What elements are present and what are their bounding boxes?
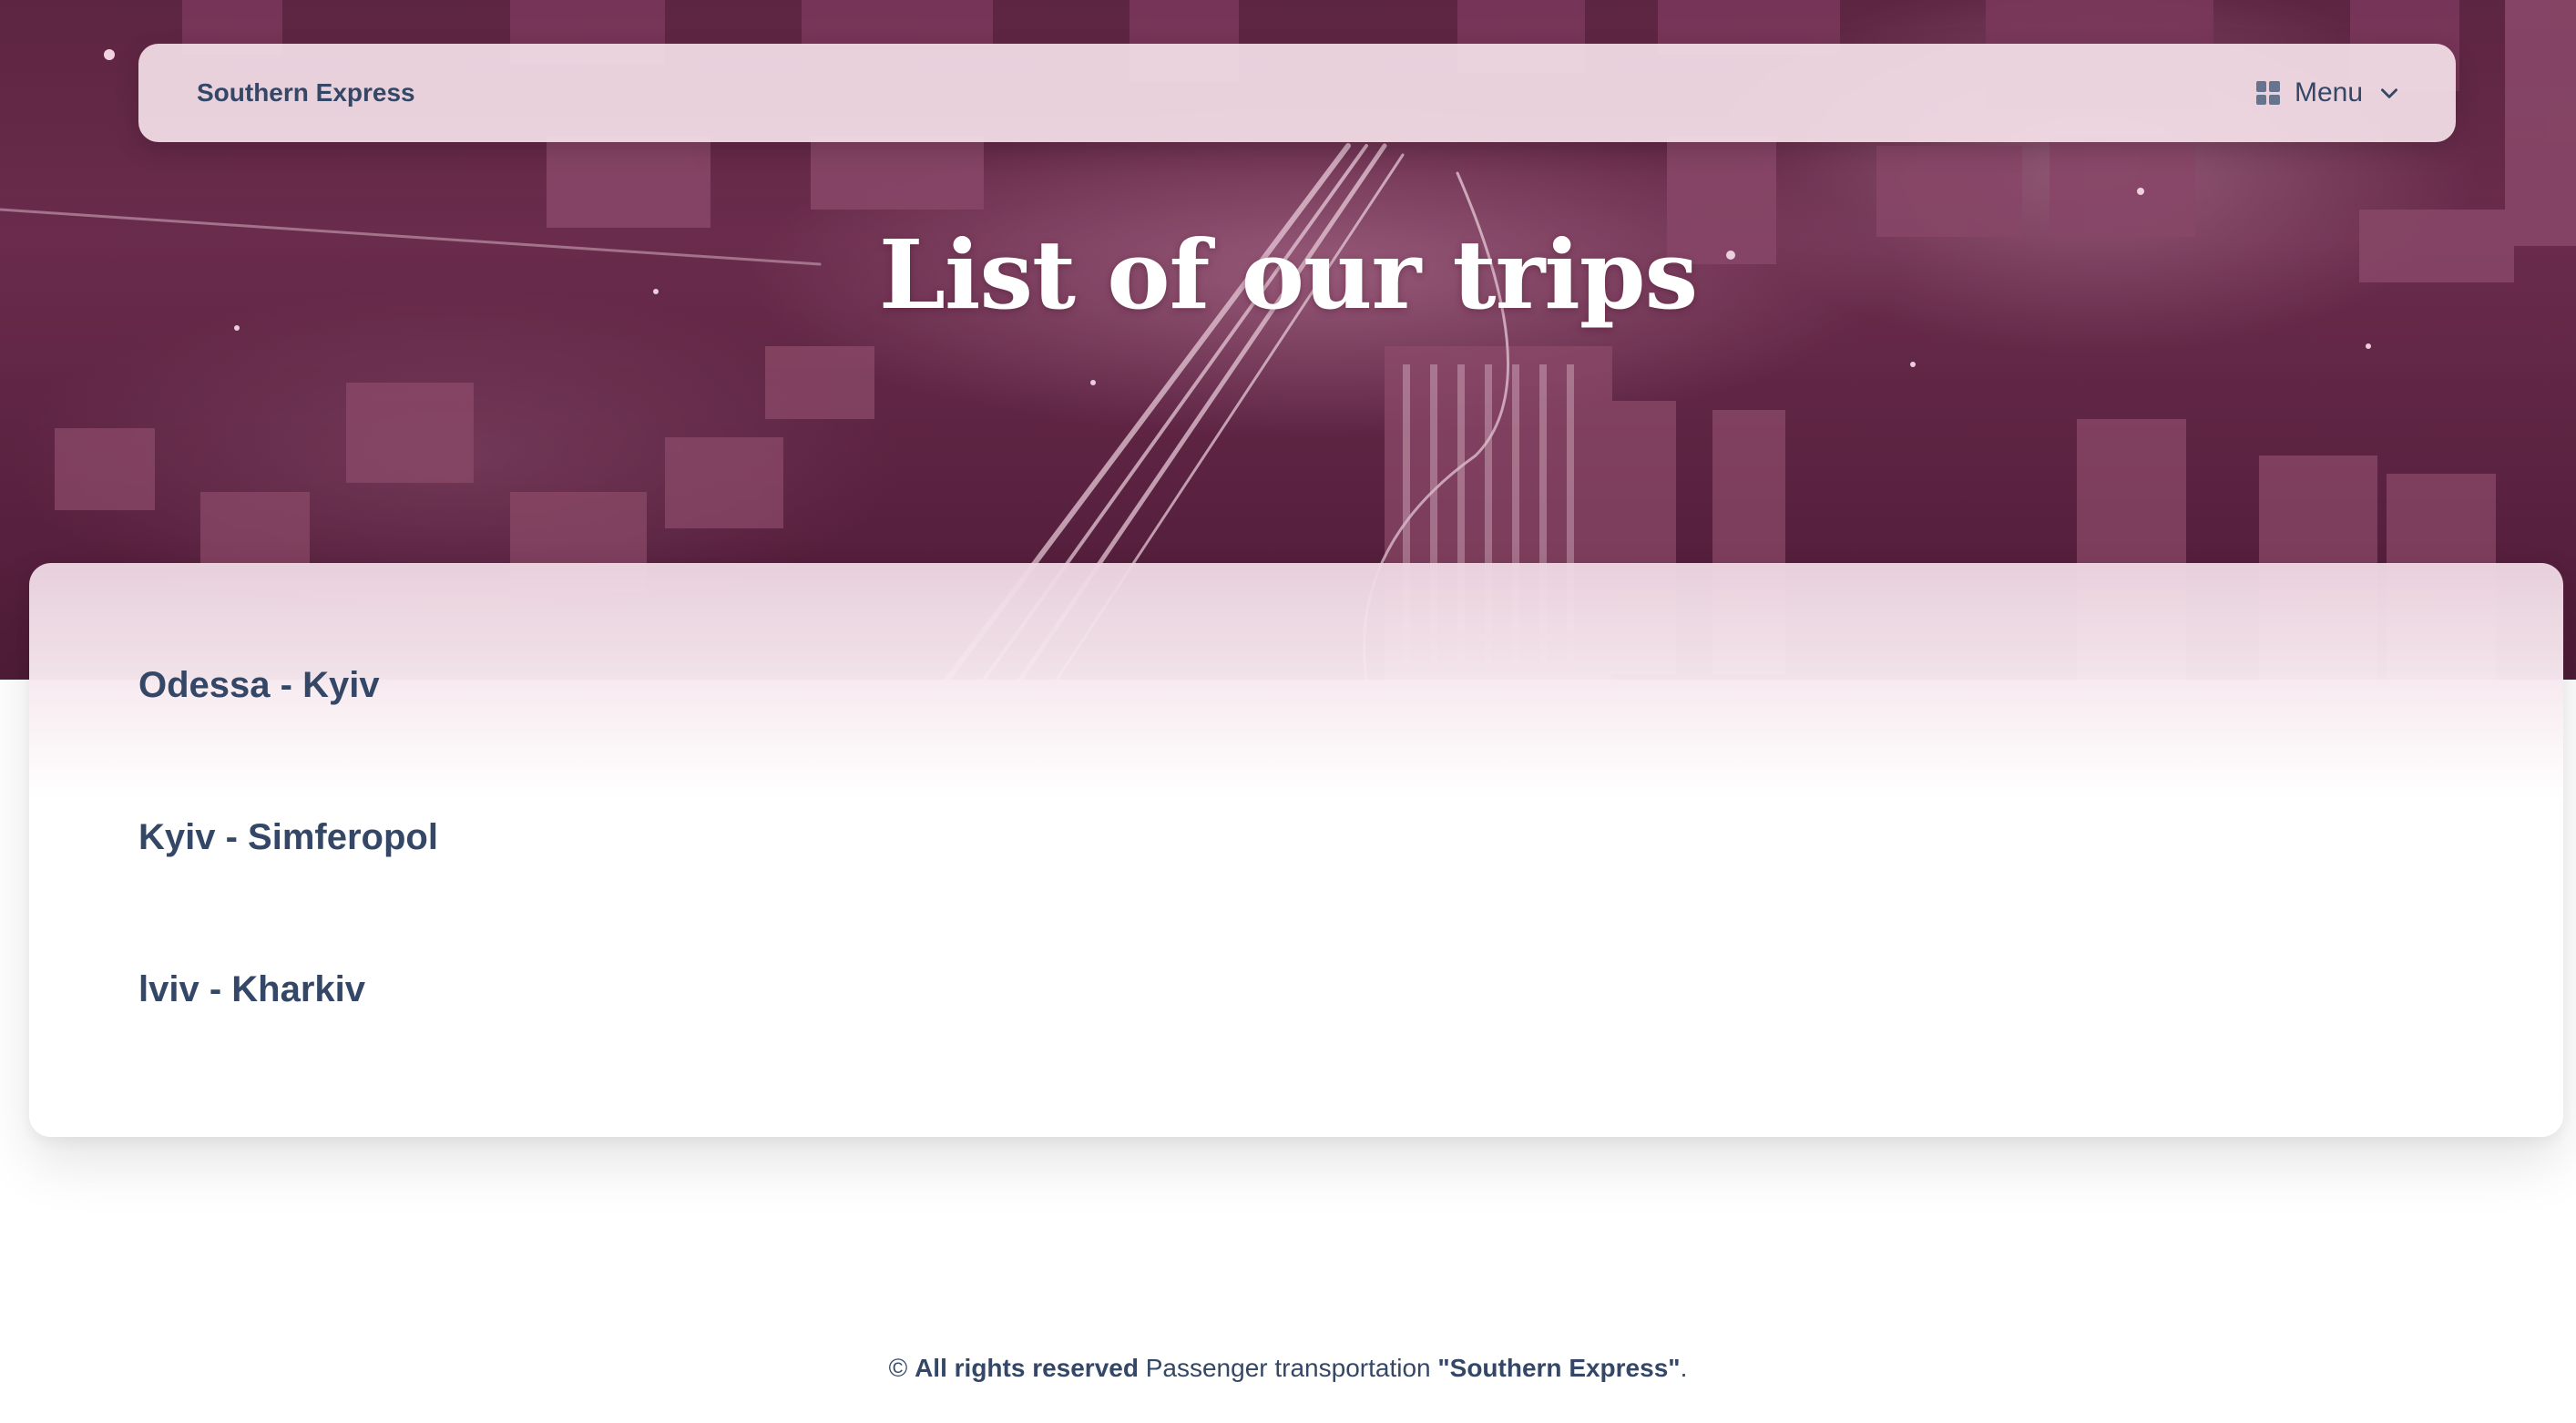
trip-link-kyiv-simferopol[interactable]: Kyiv - Simferopol <box>138 815 438 859</box>
chevron-down-icon <box>2381 88 2397 98</box>
menu-label: Menu <box>2294 77 2363 107</box>
navbar: Southern Express Menu <box>138 44 2456 142</box>
list-item: Odessa - Kyiv <box>138 663 438 815</box>
footer-period: . <box>1680 1354 1688 1382</box>
footer-text: Passenger transportation <box>1145 1354 1431 1382</box>
company-name: "Southern Express" <box>1437 1354 1681 1382</box>
list-item: Kyiv - Simferopol <box>138 815 438 967</box>
trip-link-lviv-kharkiv[interactable]: lviv - Kharkiv <box>138 967 365 1011</box>
footer: © All rights reserved Passenger transpor… <box>0 1354 2576 1383</box>
page-title: List of our trips <box>878 219 1698 331</box>
trip-list: Odessa - Kyiv Kyiv - Simferopol lviv - K… <box>138 663 438 1120</box>
copyright-symbol: © <box>888 1354 908 1382</box>
menu-dropdown-button[interactable]: Menu <box>2255 66 2401 120</box>
trips-card: Odessa - Kyiv Kyiv - Simferopol lviv - K… <box>29 563 2563 1137</box>
dashboard-grid-icon <box>2255 81 2280 105</box>
trip-link-odessa-kyiv[interactable]: Odessa - Kyiv <box>138 663 380 707</box>
list-item: lviv - Kharkiv <box>138 967 438 1120</box>
rights-text: All rights reserved <box>915 1354 1139 1382</box>
brand-link[interactable]: Southern Express <box>197 44 415 142</box>
